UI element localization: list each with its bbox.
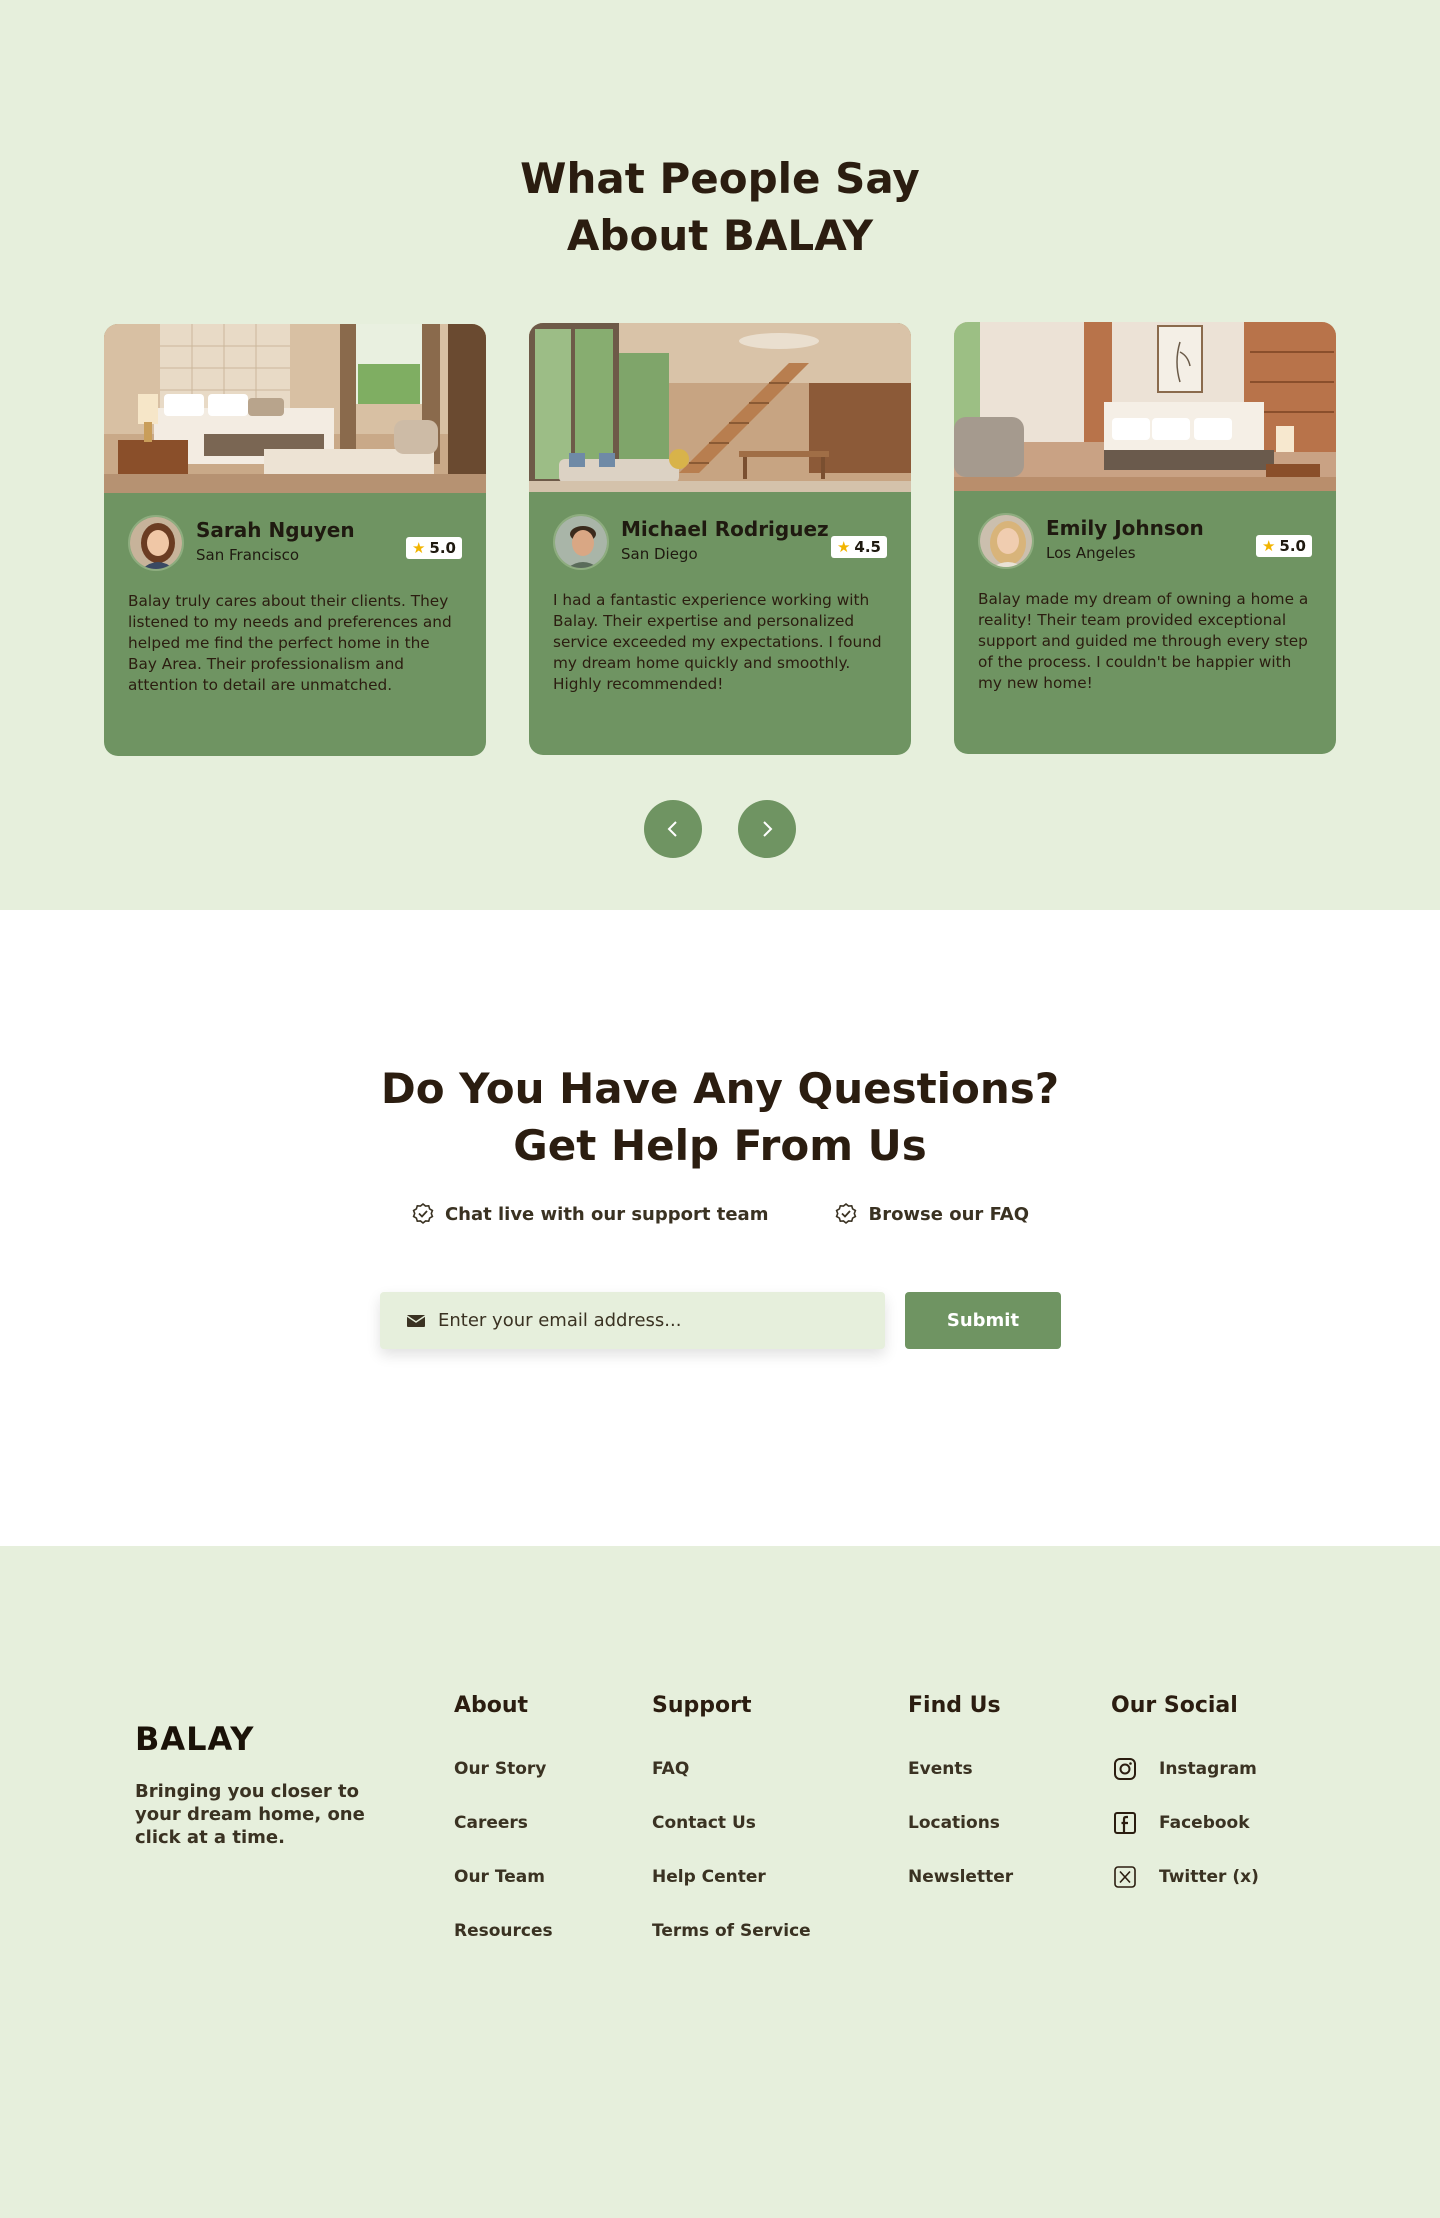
email-input[interactable]: [438, 1310, 858, 1331]
bedroom-photo: [104, 324, 486, 493]
footer-brand: BALAY: [135, 1720, 255, 1758]
footer-col-support: Support FAQ Contact Us Help Center Terms…: [652, 1690, 811, 1958]
footer-link-terms-of-service[interactable]: Terms of Service: [652, 1904, 811, 1958]
reviewer-name: Emily Johnson: [1046, 516, 1204, 540]
help-options: Chat live with our support team Browse o…: [0, 1202, 1440, 1226]
rating-badge: ★ 5.0: [405, 537, 462, 559]
testimonials-title-line2: About BALAY: [566, 211, 874, 260]
reviewer-name: Sarah Nguyen: [196, 518, 355, 542]
footer-link-twitter[interactable]: Twitter (x): [1111, 1850, 1259, 1904]
testimonial-card: Michael Rodriguez San Diego ★ 4.5 I had …: [529, 323, 911, 755]
questions-title-line1: Do You Have Any Questions?: [380, 1064, 1060, 1113]
footer-link-instagram-label: Instagram: [1159, 1759, 1257, 1779]
reviewer-city: San Diego: [621, 545, 698, 563]
star-icon: ★: [836, 538, 851, 556]
questions-title-line2: Get Help From Us: [513, 1121, 927, 1170]
review-text: Balay made my dream of owning a home a r…: [978, 590, 1309, 692]
check-badge-icon: [836, 1202, 857, 1225]
help-option-faq-label: Browse our FAQ: [868, 1203, 1030, 1225]
footer-col-find-us: Find Us Events Locations Newsletter: [908, 1690, 1013, 1904]
star-icon: ★: [1261, 537, 1276, 555]
next-button[interactable]: [738, 800, 796, 858]
questions-section: Do You Have Any Questions? Get Help From…: [0, 910, 1440, 1546]
reviewer-city: Los Angeles: [1046, 544, 1136, 562]
avatar: [128, 515, 184, 571]
help-option-faq: Browse our FAQ: [834, 1202, 1029, 1226]
footer-col-about: About Our Story Careers Our Team Resourc…: [454, 1690, 553, 1958]
previous-button[interactable]: [644, 800, 702, 858]
reviewer-city: San Francisco: [196, 546, 300, 564]
footer-heading-social: Our Social: [1111, 1693, 1238, 1718]
testimonials-title: What People Say About BALAY: [0, 150, 1440, 264]
testimonial-cards: Sarah Nguyen San Francisco ★ 5.0 Balay t…: [104, 322, 1336, 756]
footer-link-careers[interactable]: Careers: [454, 1796, 553, 1850]
testimonials-title-line1: What People Say: [520, 154, 920, 203]
footer-heading-find-us: Find Us: [908, 1693, 1001, 1718]
footer-link-help-center[interactable]: Help Center: [652, 1850, 811, 1904]
footer-link-contact-us[interactable]: Contact Us: [652, 1796, 811, 1850]
review-text: I had a fantastic experience working wit…: [553, 591, 882, 693]
check-badge-icon: [412, 1202, 434, 1225]
avatar: [553, 514, 609, 570]
footer-link-instagram[interactable]: Instagram: [1111, 1742, 1259, 1796]
instagram-icon: [1111, 1755, 1139, 1783]
questions-title: Do You Have Any Questions? Get Help From…: [0, 1060, 1440, 1174]
footer-link-newsletter[interactable]: Newsletter: [908, 1850, 1013, 1904]
review-text: Balay truly cares about their clients. T…: [128, 592, 452, 694]
rating-value: 4.5: [854, 538, 881, 556]
facebook-icon: [1111, 1809, 1139, 1837]
rating-value: 5.0: [429, 539, 456, 557]
footer-heading-support: Support: [652, 1693, 752, 1718]
footer-link-resources[interactable]: Resources: [454, 1904, 553, 1958]
chevron-right-icon: [763, 821, 773, 837]
footer-tagline: Bringing you closer to your dream home, …: [135, 1781, 365, 1848]
living-room-photo: [529, 323, 911, 492]
submit-button[interactable]: Submit: [905, 1292, 1061, 1349]
footer-link-facebook[interactable]: Facebook: [1111, 1796, 1259, 1850]
help-option-chat-label: Chat live with our support team: [444, 1203, 769, 1225]
x-twitter-icon: [1111, 1863, 1139, 1891]
star-icon: ★: [411, 539, 426, 557]
rating-badge: ★ 4.5: [830, 536, 887, 558]
footer-link-twitter-label: Twitter (x): [1159, 1867, 1259, 1887]
avatar: [978, 513, 1034, 569]
footer-link-our-story[interactable]: Our Story: [454, 1742, 553, 1796]
email-field-wrapper: [380, 1292, 885, 1349]
chevron-left-icon: [667, 821, 677, 837]
master-bedroom-photo: [954, 322, 1336, 491]
footer: BALAY Bringing you closer to your dream …: [0, 1546, 1440, 2218]
footer-link-events[interactable]: Events: [908, 1742, 1013, 1796]
testimonial-card: Sarah Nguyen San Francisco ★ 5.0 Balay t…: [104, 324, 486, 756]
email-form: Submit: [380, 1292, 1061, 1349]
footer-link-facebook-label: Facebook: [1159, 1813, 1250, 1833]
footer-link-our-team[interactable]: Our Team: [454, 1850, 553, 1904]
reviewer-name: Michael Rodriguez: [621, 517, 829, 541]
footer-heading-about: About: [454, 1693, 529, 1718]
footer-col-social: Our Social Instagram Facebook Twitter (x…: [1111, 1690, 1259, 1904]
help-option-chat: Chat live with our support team: [411, 1202, 769, 1226]
carousel-controls: [0, 800, 1440, 858]
rating-badge: ★ 5.0: [1255, 535, 1312, 557]
footer-link-locations[interactable]: Locations: [908, 1796, 1013, 1850]
testimonials-section: What People Say About BALAY Sarah Nguyen…: [0, 0, 1440, 910]
rating-value: 5.0: [1279, 537, 1306, 555]
footer-link-faq[interactable]: FAQ: [652, 1742, 811, 1796]
testimonial-card: Emily Johnson Los Angeles ★ 5.0 Balay ma…: [954, 322, 1336, 754]
envelope-icon: [406, 1314, 426, 1327]
